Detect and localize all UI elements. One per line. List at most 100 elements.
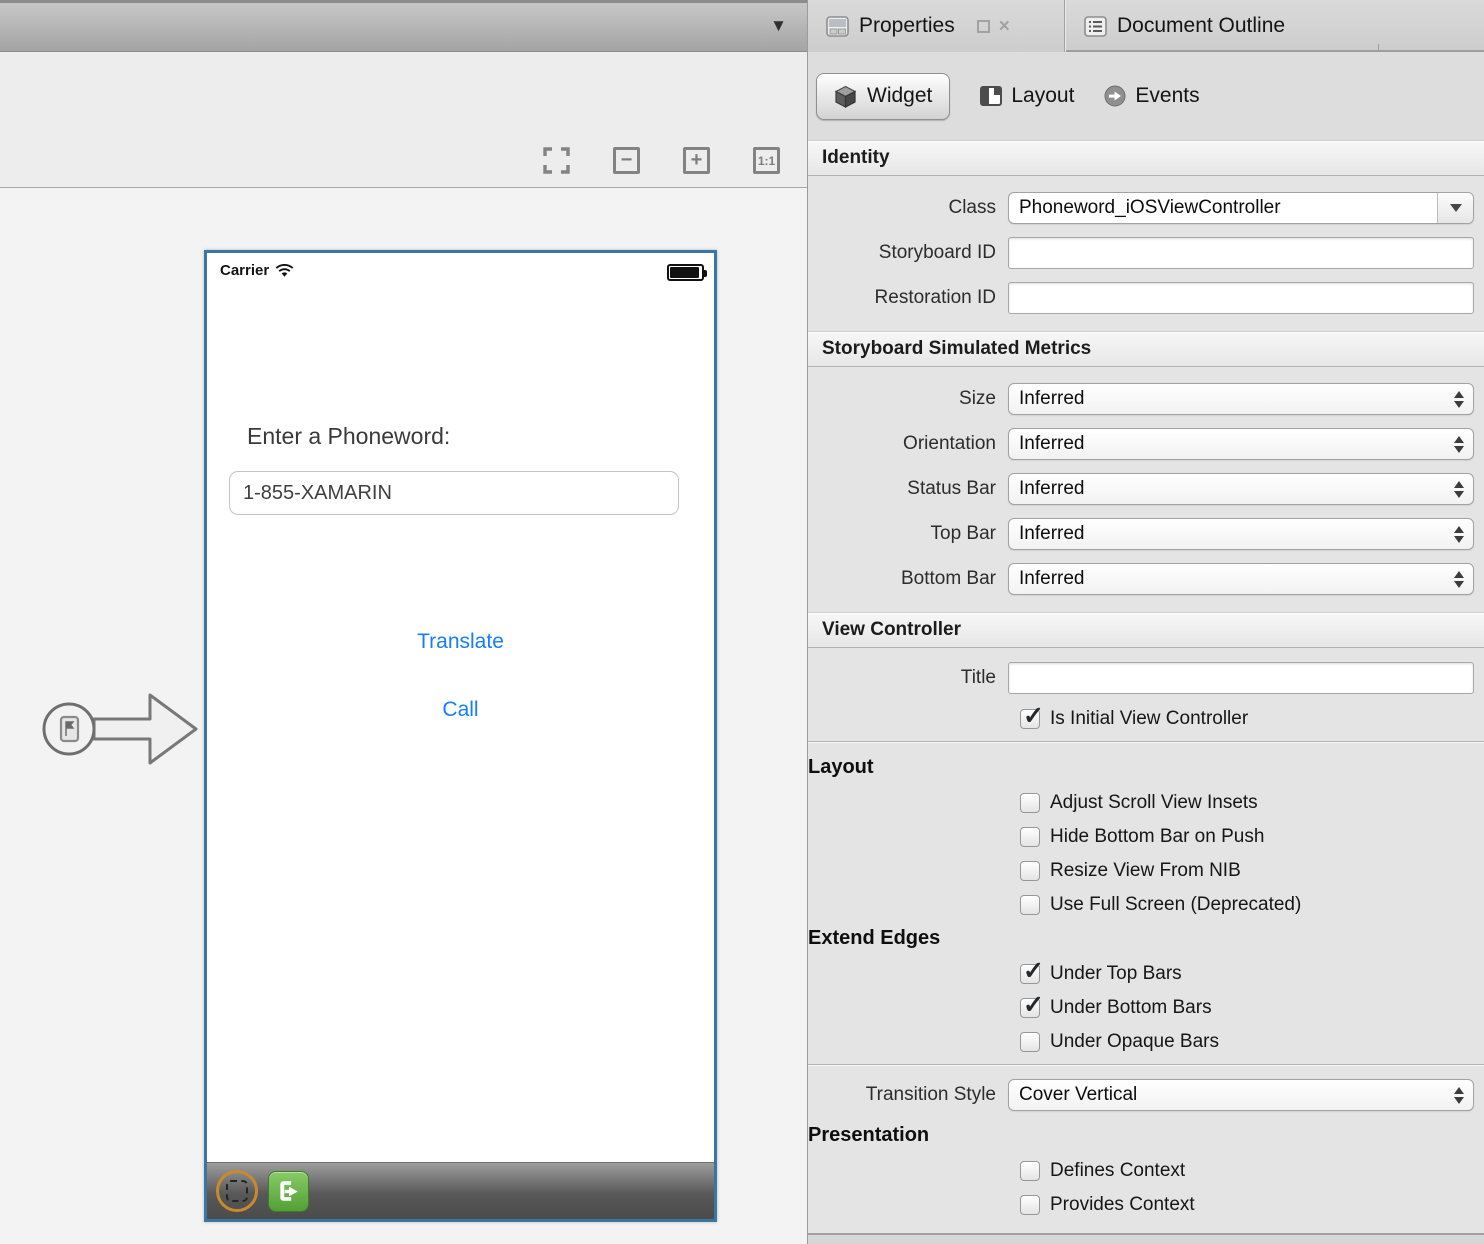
under-opaque-bars-row[interactable]: Under Opaque Bars xyxy=(1020,1030,1484,1054)
view-controller-canvas[interactable]: Carrier Enter a Phoneword: Translate Cal… xyxy=(204,250,717,1222)
layout-group-header: Layout xyxy=(808,756,1484,779)
class-value: Phoneword_iOSViewController xyxy=(1009,193,1437,223)
restoration-id-label: Restoration ID xyxy=(808,287,1008,309)
mode-events-button[interactable]: Events xyxy=(1104,84,1199,108)
bottom-bar-label: Bottom Bar xyxy=(808,568,1008,590)
section-metrics: Size Inferred Orientation Inferred Statu… xyxy=(808,367,1484,612)
transition-style-select[interactable]: Cover Vertical xyxy=(1008,1079,1474,1111)
zoom-toolbar: − + 1:1 ZOOM xyxy=(0,52,807,188)
status-bar-select[interactable]: Inferred xyxy=(1008,473,1474,505)
checkbox[interactable] xyxy=(1020,895,1040,915)
close-icon[interactable]: × xyxy=(999,17,1010,36)
checkbox[interactable] xyxy=(1020,1161,1040,1181)
restoration-id-input[interactable] xyxy=(1008,282,1474,314)
cube-icon xyxy=(834,85,857,108)
translate-button[interactable]: Translate xyxy=(207,630,714,654)
stepper-icon xyxy=(1445,384,1473,414)
mode-widget-label: Widget xyxy=(867,84,932,108)
initial-view-controller-arrow[interactable] xyxy=(40,686,200,772)
checkbox[interactable] xyxy=(1020,998,1040,1018)
under-bottom-bars-row[interactable]: Under Bottom Bars xyxy=(1020,996,1484,1020)
phoneword-prompt-label: Enter a Phoneword: xyxy=(247,423,450,450)
actual-size-icon[interactable]: 1:1 xyxy=(753,147,780,174)
bottom-bar-select[interactable]: Inferred xyxy=(1008,563,1474,595)
call-button[interactable]: Call xyxy=(207,698,714,722)
stepper-icon xyxy=(1445,474,1473,504)
mode-events-label: Events xyxy=(1135,84,1199,108)
section-view-controller: Title Is Initial View Controller Layout … xyxy=(808,648,1484,1231)
hide-bottom-bar-on-push-row[interactable]: Hide Bottom Bar on Push xyxy=(1020,825,1484,849)
designer-topbar: ▼ xyxy=(0,0,807,52)
view-controller-selection-icon[interactable] xyxy=(216,1170,258,1212)
checkbox[interactable] xyxy=(1020,827,1040,847)
orientation-select[interactable]: Inferred xyxy=(1008,428,1474,460)
checkbox[interactable] xyxy=(1020,1195,1040,1215)
stepper-icon xyxy=(1445,429,1473,459)
resize-view-from-nib-row[interactable]: Resize View From NIB xyxy=(1020,859,1484,883)
presentation-group-header: Presentation xyxy=(808,1124,1484,1147)
properties-panel: Properties × Document Outline xyxy=(807,0,1484,1244)
top-bar-select[interactable]: Inferred xyxy=(1008,518,1474,550)
stepper-icon xyxy=(1445,1080,1473,1110)
class-dropdown-button[interactable] xyxy=(1437,193,1473,223)
panel-bottom-strip xyxy=(808,1233,1484,1244)
adjust-scroll-view-insets-row[interactable]: Adjust Scroll View Insets xyxy=(1020,791,1484,815)
defines-context-row[interactable]: Defines Context xyxy=(1020,1159,1484,1183)
use-full-screen-row[interactable]: Use Full Screen (Deprecated) xyxy=(1020,893,1484,917)
carrier-label: Carrier xyxy=(220,262,269,279)
wifi-icon xyxy=(275,264,294,278)
dock-icon[interactable] xyxy=(977,20,990,33)
properties-pad-icon xyxy=(826,16,849,37)
title-input[interactable] xyxy=(1008,662,1474,694)
stepper-icon xyxy=(1445,564,1473,594)
checkbox[interactable] xyxy=(1020,709,1040,729)
inspector-mode-toolbar: Widget Layout Events xyxy=(808,52,1484,140)
stepper-icon xyxy=(1445,519,1473,549)
title-label: Title xyxy=(808,667,1008,689)
battery-icon xyxy=(667,264,704,281)
size-label: Size xyxy=(808,388,1008,410)
checkbox[interactable] xyxy=(1020,793,1040,813)
segue-exit-icon[interactable] xyxy=(268,1171,309,1212)
view-controller-bottom-bar xyxy=(207,1162,714,1219)
transition-style-label: Transition Style xyxy=(808,1084,1008,1106)
designer-pane: ▼ − + 1:1 ZOOM Carrier xyxy=(0,0,807,1244)
tab-properties[interactable]: Properties × xyxy=(808,0,1065,52)
storyboard-canvas: Carrier Enter a Phoneword: Translate Cal… xyxy=(0,189,807,1244)
checkbox[interactable] xyxy=(1020,861,1040,881)
status-bar-label: Status Bar xyxy=(808,478,1008,500)
events-icon xyxy=(1104,85,1126,107)
initial-view-controller-checkbox-row[interactable]: Is Initial View Controller xyxy=(1020,707,1484,731)
checkbox[interactable] xyxy=(1020,964,1040,984)
zoom-in-icon[interactable]: + xyxy=(683,147,710,174)
phoneword-input[interactable] xyxy=(229,471,679,515)
tabbar-underline xyxy=(1066,50,1484,52)
checkbox[interactable] xyxy=(1020,1032,1040,1052)
zoom-out-icon[interactable]: − xyxy=(613,147,640,174)
view-controller-glyph-icon xyxy=(61,717,78,741)
section-header-view-controller: View Controller xyxy=(808,612,1484,648)
document-outline-icon xyxy=(1084,16,1107,37)
section-header-metrics: Storyboard Simulated Metrics xyxy=(808,331,1484,367)
under-top-bars-row[interactable]: Under Top Bars xyxy=(1020,962,1484,986)
storyboard-id-label: Storyboard ID xyxy=(808,242,1008,264)
fit-to-screen-icon[interactable] xyxy=(543,147,570,174)
class-combobox[interactable]: Phoneword_iOSViewController xyxy=(1008,192,1474,224)
topbar-dropdown-icon[interactable]: ▼ xyxy=(770,16,787,36)
orientation-label: Orientation xyxy=(808,433,1008,455)
chevron-down-icon xyxy=(1450,204,1462,212)
storyboard-id-input[interactable] xyxy=(1008,237,1474,269)
top-bar-label: Top Bar xyxy=(808,523,1008,545)
tab-document-outline[interactable]: Document Outline xyxy=(1066,0,1378,52)
mode-layout-button[interactable]: Layout xyxy=(980,84,1074,108)
layout-icon xyxy=(980,86,1002,106)
section-identity: Class Phoneword_iOSViewController Storyb… xyxy=(808,176,1484,331)
tab-properties-label: Properties xyxy=(859,14,955,38)
divider xyxy=(808,1064,1484,1065)
size-select[interactable]: Inferred xyxy=(1008,383,1474,415)
status-bar: Carrier xyxy=(220,262,294,279)
provides-context-row[interactable]: Provides Context xyxy=(1020,1193,1484,1217)
panel-tabbar: Properties × Document Outline xyxy=(808,0,1484,52)
divider xyxy=(808,741,1484,742)
mode-widget-button[interactable]: Widget xyxy=(816,73,950,120)
